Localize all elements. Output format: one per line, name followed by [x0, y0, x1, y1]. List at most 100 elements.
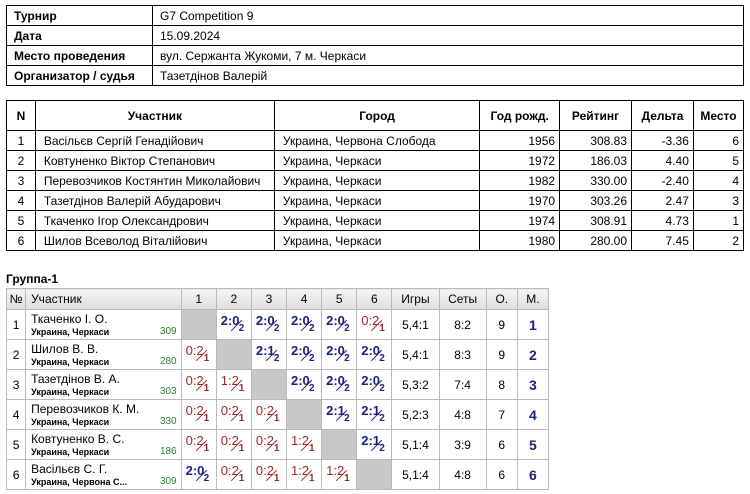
participant-cell: 1956 [479, 130, 561, 151]
match-points: 2 [344, 383, 350, 394]
participant-cell: 1980 [479, 230, 561, 251]
participant-cell: Шилов Всеволод Віталійович [34, 230, 275, 251]
participant-cell: 4 [6, 190, 36, 211]
participants-col-header: N [6, 100, 36, 131]
match-score: 2:0 2 [287, 340, 321, 369]
match-result-cell: 2:0 2 [356, 339, 393, 370]
match-result-cell: 2:0 2 [285, 339, 323, 370]
match-result-cell: 0:2 1 [180, 339, 217, 370]
player-city: Украина, Черкаси [31, 447, 110, 457]
match-score: 2:0 2 [322, 370, 356, 399]
participant-cell: 1 [692, 210, 745, 231]
group-player-cell: Тазетдінов В. А. Украина, Черкаси 303 [25, 369, 182, 400]
match-result-cell: 2:0 2 [250, 309, 288, 340]
set-score: 2:0 [326, 313, 345, 328]
group-col-header: 5 [321, 288, 358, 310]
match-result-cell: 0:2 1 [215, 459, 252, 490]
points-total: 7 [485, 399, 518, 430]
self-match-cell [250, 369, 288, 400]
match-score: 1:2 1 [217, 370, 251, 399]
final-place: 4 [516, 399, 550, 430]
group-title: Группа-1 [6, 272, 59, 286]
match-score: 0:2 1 [182, 400, 216, 429]
games-total: 5,4:1 [391, 309, 440, 340]
match-result-cell: 0:2 1 [215, 429, 252, 460]
match-result-cell: 0:2 1 [180, 369, 217, 400]
match-score: 0:2 1 [182, 340, 216, 369]
participants-header-row: N Участник Город Год рожд. Рейтинг Дельта Мест… [6, 100, 745, 131]
participant-cell: 1974 [479, 210, 561, 231]
participant-cell: Тазетдінов Валерій Абударович [34, 190, 275, 211]
participant-cell: 2 [692, 230, 745, 251]
player-name: Тазетдінов В. А. [31, 372, 120, 386]
set-score: 2:1 [326, 403, 345, 418]
sets-total: 4:8 [438, 399, 487, 430]
match-points: 1 [203, 383, 210, 394]
points-total: 6 [485, 429, 518, 460]
match-score: 2:0 2 [182, 460, 216, 489]
participant-cell: 6 [6, 230, 36, 251]
match-score: 0:2 1 [217, 430, 251, 459]
match-points: 2 [344, 323, 350, 334]
match-result-cell: 1:2 1 [285, 429, 323, 460]
match-points: 1 [379, 323, 385, 334]
match-result-cell: 2:1 2 [356, 399, 393, 430]
match-score: 2:1 2 [252, 340, 286, 369]
match-points: 1 [238, 473, 245, 484]
match-points: 1 [238, 413, 245, 424]
participant-cell: 4 [692, 170, 745, 191]
player-city: Украина, Черкаси [31, 327, 110, 337]
group-player-cell: Шилов В. В. Украина, Черкаси 280 [25, 339, 182, 370]
self-match-cell [180, 309, 217, 340]
participant-cell: 308.91 [559, 210, 633, 231]
match-result-cell: 0:2 1 [180, 429, 217, 460]
match-points: 1 [273, 413, 280, 424]
info-value: вул. Сержанта Жукоми, 7 м. Черкаси [152, 45, 744, 66]
set-score: 2:1 [361, 403, 381, 418]
match-points: 2 [344, 353, 350, 364]
participant-cell: Ковтуненко Віктор Степанович [34, 150, 275, 171]
participant-row: 6 Шилов Всеволод Віталійович Украина, Черк… [6, 230, 745, 251]
group-row: 6 Васільєв С. Г. Украина, Червона С... 309 2… [5, 459, 550, 490]
match-points: 1 [273, 473, 280, 484]
sets-total: 8:2 [438, 309, 487, 340]
participant-cell: 4.73 [631, 210, 694, 231]
points-total: 9 [485, 339, 518, 370]
participant-row: 3 Перевозчиков Костянтин Миколайович Украи… [6, 170, 745, 191]
group-row-number: 5 [5, 429, 27, 460]
group-row-number: 2 [5, 339, 27, 370]
points-total: 9 [485, 309, 518, 340]
match-score: 2:1 2 [357, 400, 391, 429]
info-label: Турнир [6, 5, 153, 26]
self-match-cell [285, 399, 323, 430]
match-points: 1 [273, 443, 280, 454]
set-score: 2:0 [291, 373, 310, 388]
match-score: 2:0 2 [252, 310, 286, 339]
participant-cell: 2 [6, 150, 36, 171]
group-player-cell: Ткаченко І. О. Украина, Черкаси 309 [25, 309, 182, 340]
set-score: 2:0 [326, 343, 345, 358]
participants-table: N Участник Город Год рожд. Рейтинг Дельта Мест… [6, 100, 745, 251]
player-name: Васільєв С. Г. [31, 462, 108, 476]
match-points: 1 [203, 443, 210, 454]
match-points: 2 [273, 323, 280, 334]
match-points: 2 [344, 413, 350, 424]
match-result-cell: 0:2 1 [250, 429, 288, 460]
group-row: 3 Тазетдінов В. А. Украина, Черкаси 303 0:2 1… [5, 369, 550, 400]
group-header-row: № Участник 1 2 3 4 5 6 Игры Сеты О. М. [5, 288, 550, 310]
set-score: 2:0 [291, 343, 310, 358]
tournament-info-table: Турнир G7 Competition 9 Дата 15.09.2024 Мест… [6, 5, 744, 86]
match-score: 1:2 1 [287, 430, 321, 459]
info-row: Турнир G7 Competition 9 [6, 5, 744, 26]
games-total: 5,1:4 [391, 459, 440, 490]
match-result-cell: 1:2 1 [285, 459, 323, 490]
match-points: 2 [379, 443, 385, 454]
match-result-cell: 0:2 1 [356, 309, 393, 340]
games-total: 5,4:1 [391, 339, 440, 370]
participant-cell: 308.83 [559, 130, 633, 151]
participant-row: 1 Васільєв Сергій Генадійович Украина, Чер… [6, 130, 745, 151]
group-row: 2 Шилов В. В. Украина, Черкаси 280 0:2 1 2:1 2 2… [5, 339, 550, 370]
match-points: 1 [344, 473, 350, 484]
match-result-cell: 2:0 2 [215, 309, 252, 340]
info-row: Организатор / судья Тазетдінов Валерій [6, 65, 744, 86]
